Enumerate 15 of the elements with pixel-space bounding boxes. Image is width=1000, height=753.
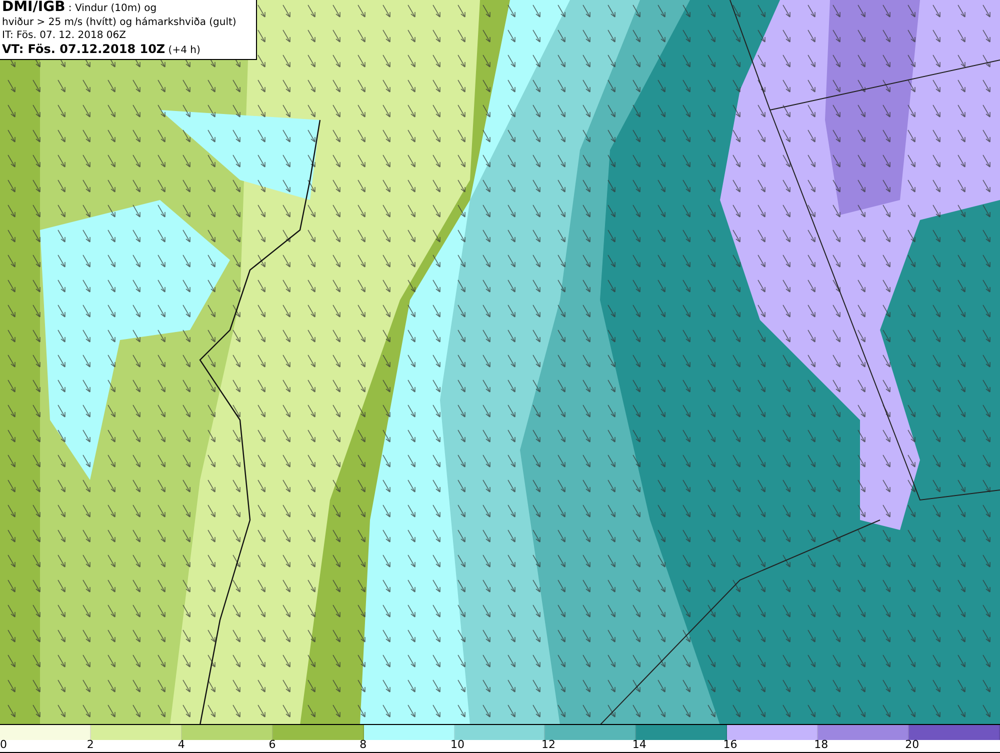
info-text: hviður > 25 m/s (hvítt) og hámarkshviða (gult) xyxy=(2,16,236,29)
info-text: IT: Fös. 07. 12. 2018 06Z xyxy=(2,29,126,42)
info-text: DMI/IGB : Vindur (10m) og xyxy=(2,1,157,16)
legend-label: 6 xyxy=(268,739,276,752)
legend-label: 20 xyxy=(905,739,920,752)
legend-label: 16 xyxy=(723,739,738,752)
legend-label: 0 xyxy=(0,739,7,752)
legend-label: 10 xyxy=(450,739,465,752)
legend-label: 8 xyxy=(360,739,367,752)
info-text: VT: Fös. 07.12.2018 10Z (+4 h) xyxy=(2,42,200,57)
legend-label: 14 xyxy=(632,739,646,752)
legend-label: 4 xyxy=(178,739,185,752)
legend-label: 18 xyxy=(814,739,828,752)
legend-label: 12 xyxy=(541,739,556,752)
legend-label: 2 xyxy=(86,739,94,752)
